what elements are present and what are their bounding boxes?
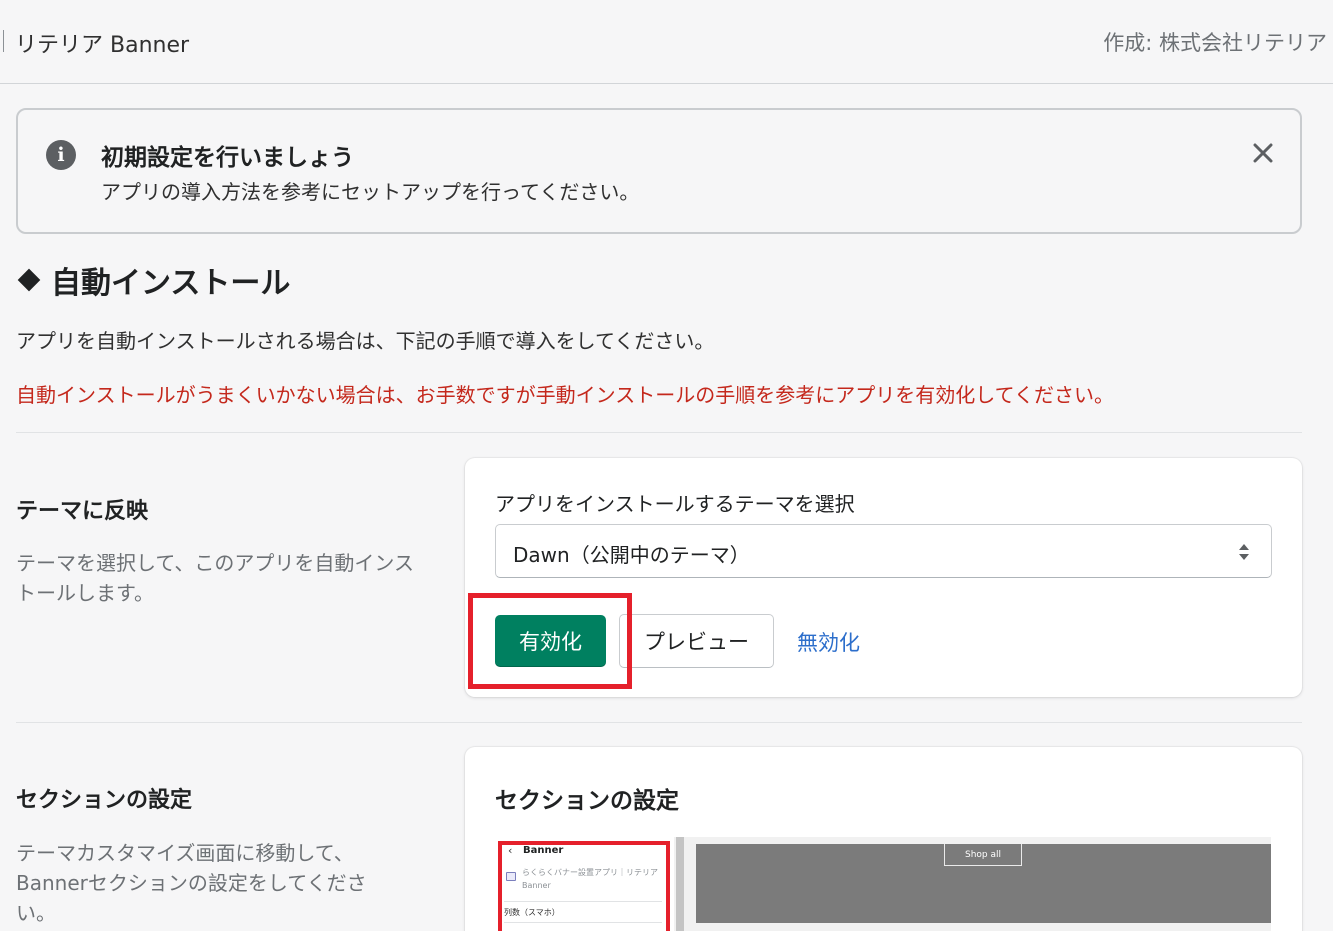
section-settings-card: セクションの設定 ‹ Banner らくらくバナー設置アプリ｜リテリア Bann…	[465, 747, 1302, 931]
preview-highlight-frame	[498, 841, 670, 931]
theme-section-title: テーマに反映	[16, 499, 149, 524]
preview-hero-banner: Shop all	[696, 844, 1271, 923]
app-title: リテリア Banner	[15, 33, 190, 58]
banner-title: 初期設定を行いましょう	[101, 145, 354, 171]
banner-body: アプリの導入方法を参考にセットアップを行ってください。	[101, 180, 640, 204]
preview-shop-all-button: Shop all	[944, 844, 1022, 866]
auto-install-warning: 自動インストールがうまくいかない場合は、お手数ですが手動インストールの手順を参考…	[16, 383, 1114, 407]
section-settings-card-title: セクションの設定	[495, 788, 679, 814]
auto-install-heading: 自動インストール	[16, 258, 290, 302]
preview-scrollbar	[676, 837, 684, 931]
auto-install-description: アプリを自動インストールされる場合は、下記の手順で導入をしてください。	[16, 329, 715, 353]
disable-link[interactable]: 無効化	[797, 627, 860, 657]
theme-select[interactable]: Dawn（公開中のテーマ）	[495, 524, 1272, 578]
theme-select-label: アプリをインストールするテーマを選択	[495, 492, 855, 516]
section-settings-title: セクションの設定	[16, 788, 193, 813]
close-icon[interactable]	[1248, 138, 1278, 168]
select-arrows-icon	[1239, 544, 1249, 560]
auto-install-heading-text: 自動インストール	[51, 266, 291, 301]
app-author: 作成: 株式会社リテリア	[1103, 31, 1327, 55]
section-settings-description: テーマカスタマイズ画面に移動して、Bannerセクションの設定をしてください。	[16, 841, 367, 925]
enable-button-highlight	[468, 593, 632, 689]
diamond-icon	[17, 268, 41, 292]
theme-editor-preview-image: ‹ Banner らくらくバナー設置アプリ｜リテリア Banner 列数（スマホ…	[496, 837, 1271, 931]
header-divider	[3, 30, 4, 52]
setup-banner: i 初期設定を行いましょう アプリの導入方法を参考にセットアップを行ってください…	[16, 108, 1302, 234]
divider	[16, 432, 1302, 433]
divider	[16, 722, 1302, 723]
app-header: リテリア Banner 作成: 株式会社リテリア	[0, 0, 1333, 84]
theme-section-description: テーマを選択して、このアプリを自動インストールします。	[16, 551, 414, 605]
preview-button[interactable]: プレビュー	[619, 614, 774, 668]
info-icon: i	[46, 140, 76, 170]
theme-select-value: Dawn（公開中のテーマ）	[513, 543, 750, 567]
